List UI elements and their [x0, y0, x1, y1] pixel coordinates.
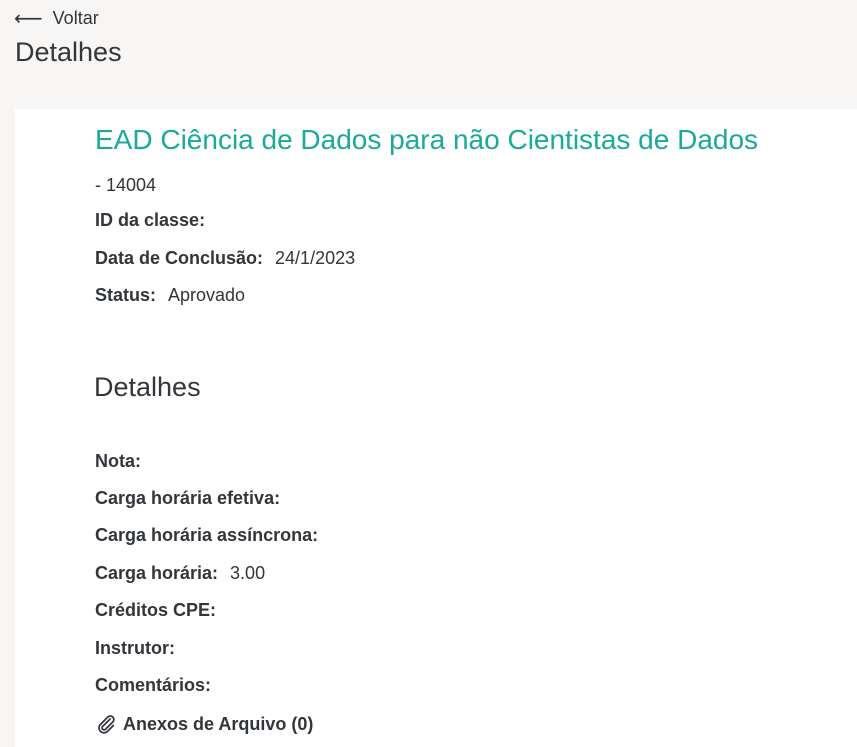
- comments-label: Comentários:: [95, 675, 212, 695]
- back-arrow-icon: ⟵: [14, 6, 43, 30]
- page-title: Detalhes: [15, 37, 122, 67]
- status-field: Status: Aprovado: [95, 283, 245, 307]
- workload-label: Carga horária:: [95, 563, 219, 583]
- workload-field: Carga horária: 3.00: [95, 561, 265, 585]
- file-attachments-link[interactable]: Anexos de Arquivo (0): [95, 712, 313, 736]
- comments-field: Comentários:: [95, 673, 223, 697]
- status-value: Aprovado: [168, 285, 246, 305]
- cpe-credits-field: Créditos CPE:: [95, 598, 228, 622]
- cpe-credits-label: Créditos CPE:: [95, 600, 217, 620]
- effective-workload-field: Carga horária efetiva:: [95, 486, 292, 510]
- async-workload-field: Carga horária assíncrona:: [95, 523, 330, 547]
- course-title: EAD Ciência de Dados para não Cientistas…: [95, 124, 759, 155]
- instructor-field: Instrutor:: [95, 636, 187, 660]
- paperclip-icon: [95, 713, 117, 735]
- course-code: - 14004: [95, 175, 157, 195]
- completion-date-value: 24/1/2023: [275, 248, 356, 268]
- grade-field: Nota:: [95, 449, 153, 473]
- effective-workload-label: Carga horária efetiva:: [95, 488, 281, 508]
- class-id-label: ID da classe:: [95, 210, 206, 230]
- class-id-field: ID da classe:: [95, 208, 217, 232]
- completion-date-label: Data de Conclusão:: [95, 248, 264, 268]
- grade-label: Nota:: [95, 451, 141, 471]
- details-card: EAD Ciência de Dados para não Cientistas…: [15, 109, 857, 747]
- status-label: Status:: [95, 285, 157, 305]
- workload-value: 3.00: [230, 563, 266, 583]
- instructor-label: Instrutor:: [95, 638, 175, 658]
- back-link-label: Voltar: [52, 8, 99, 28]
- file-attachments-label: Anexos de Arquivo (0): [123, 714, 314, 734]
- back-link[interactable]: ⟵ Voltar: [14, 6, 99, 30]
- async-workload-label: Carga horária assíncrona:: [95, 525, 319, 545]
- completion-date-field: Data de Conclusão: 24/1/2023: [95, 246, 355, 270]
- details-section-title: Detalhes: [94, 372, 201, 402]
